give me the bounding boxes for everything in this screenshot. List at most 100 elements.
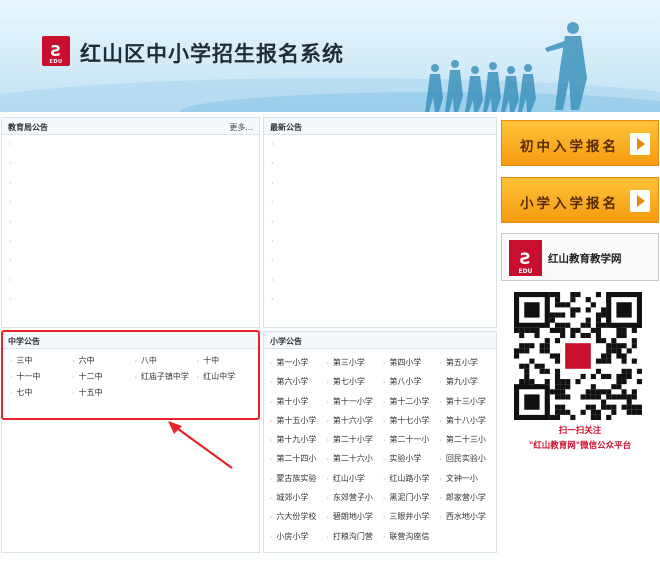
school-link-label: 第十九小学 — [276, 435, 317, 445]
school-link-label: 第十六小学 — [332, 415, 373, 425]
list-bullet: › — [9, 295, 12, 304]
school-link[interactable]: › 回民实验小 — [440, 453, 497, 464]
school-link[interactable]: › 文钟一小 — [440, 473, 497, 484]
school-link[interactable]: › 第二十小学 — [327, 434, 384, 445]
school-link[interactable]: › 第十小学 — [270, 396, 327, 407]
list-bullet: › — [271, 275, 274, 284]
school-link[interactable]: › 第六小学 — [270, 376, 327, 387]
school-link-label: 第六小学 — [276, 377, 309, 387]
school-link-label: 东郊营子小 — [332, 493, 373, 503]
school-link[interactable]: › 郎家营小学 — [440, 492, 497, 503]
school-link-label: 第四小学 — [389, 358, 422, 367]
school-link[interactable]: › 第十三小学 — [440, 396, 497, 407]
school-link[interactable]: › 第二十六小 — [327, 453, 384, 464]
list-bullet: › — [9, 198, 12, 207]
school-link-label: 黑泥门小学 — [389, 493, 430, 503]
school-link[interactable]: › 第三小学 — [327, 357, 384, 368]
list-bullet: › — [9, 140, 12, 148]
school-link[interactable]: › 第九小学 — [440, 376, 497, 387]
list-bullet: › — [439, 398, 442, 406]
school-link[interactable]: › 第十九小学 — [270, 434, 327, 445]
school-link[interactable]: › 六大份学校 — [270, 511, 327, 522]
education-bureau-panel: 教育局公告 更多... › › › › › › › › › — [1, 117, 260, 328]
list-bullet: › — [326, 533, 329, 541]
school-link[interactable]: › 第十六小学 — [327, 415, 384, 426]
school-link[interactable]: › 联营沟座信 — [383, 531, 440, 542]
list-bullet: › — [270, 437, 273, 445]
logo-text: EDU — [49, 59, 63, 65]
school-link-label: 第十八小学 — [445, 415, 486, 425]
primary-school-links: › 第一小学 › 第三小学 › 第四小学 › 第五小学 › 第六小学 › 第七小学 › 第八小学 › 第九小学… — [264, 349, 496, 542]
school-link-label: 红山路小学 — [389, 473, 430, 483]
school-link[interactable]: › 第十五小学 — [270, 415, 327, 426]
school-link[interactable]: › 三眼井小学 — [383, 511, 440, 522]
logo-glyph: Ƨ — [50, 42, 62, 60]
junior-enroll-button[interactable]: 初中入学报名 — [501, 120, 659, 166]
school-link[interactable]: › 打粮沟门营 — [327, 531, 384, 542]
list-bullet: › — [439, 417, 442, 425]
list-bullet: › — [383, 533, 386, 541]
latest-notice-panel: 最新公告 › › › › › › › › › — [263, 117, 497, 328]
button-label: 初中入学报名 — [520, 139, 619, 155]
annotation-arrow-icon — [168, 421, 233, 469]
school-link[interactable]: › 红山路小学 — [383, 473, 440, 484]
panel-title: 教育局公告 — [8, 123, 48, 132]
button-label: 小学入学报名 — [520, 196, 619, 212]
school-link[interactable]: › 第十七小学 — [383, 415, 440, 426]
edu-site-link[interactable]: Ƨ EDU 红山教育教学网 — [501, 233, 659, 281]
school-link-label: 第五小学 — [445, 358, 478, 367]
school-link[interactable]: › 第十二小学 — [383, 396, 440, 407]
school-link[interactable]: › 第二十四小 — [270, 453, 327, 464]
list-bullet: › — [326, 398, 329, 406]
header-banner: Ƨ EDU 红山区中小学招生报名系统 — [0, 0, 660, 112]
school-link[interactable]: › 第七小学 — [327, 376, 384, 387]
school-link[interactable]: › 第五小学 — [440, 357, 497, 368]
school-link[interactable]: › 第十一小学 — [327, 396, 384, 407]
more-link[interactable]: 更多... — [229, 122, 253, 133]
school-link[interactable]: › 蒙古族实验 — [270, 473, 327, 484]
school-link[interactable]: › 第一小学 — [270, 357, 327, 368]
school-link[interactable]: › 西水地小学 — [440, 511, 497, 522]
school-link[interactable]: › 红山小学 — [327, 473, 384, 484]
list-bullet: › — [270, 514, 273, 522]
school-link-label: 第二十小学 — [332, 435, 373, 445]
school-link-label: 红山小学 — [332, 473, 365, 483]
school-link[interactable]: › 小房小学 — [270, 531, 327, 542]
school-link-label: 小房小学 — [276, 531, 309, 541]
school-link-label: 蒙古族实验 — [276, 473, 317, 483]
school-link[interactable]: › 城郊小学 — [270, 492, 327, 503]
school-link-label: 第十二小学 — [389, 396, 430, 406]
school-link[interactable]: › 东郊营子小 — [327, 492, 384, 503]
list-bullet: › — [326, 360, 329, 367]
list-bullet: › — [383, 475, 386, 483]
list-bullet: › — [271, 217, 274, 226]
school-link[interactable]: › 黑泥门小学 — [383, 492, 440, 503]
arrow-right-icon — [630, 133, 650, 155]
list-bullet: › — [270, 417, 273, 425]
list-bullet: › — [439, 514, 442, 522]
list-bullet: › — [383, 437, 386, 445]
list-bullet: › — [271, 178, 274, 187]
school-link-label: 第七小学 — [332, 377, 365, 387]
edu-site-label: 红山教育教学网 — [548, 253, 622, 265]
school-link[interactable]: › 碧朗地小学 — [327, 511, 384, 522]
school-link-label: 城郊小学 — [276, 493, 309, 503]
school-link-label: 第十五小学 — [276, 415, 317, 425]
list-bullet: › — [270, 495, 273, 503]
qr-caption-line1: 扫一扫关注 — [558, 426, 602, 436]
school-link-label: 联营沟座信 — [389, 531, 430, 541]
list-bullet: › — [383, 456, 386, 464]
school-link-label: 第二十四小 — [276, 454, 317, 464]
school-link[interactable]: › 实验小学 — [383, 453, 440, 464]
edu-logo-icon: Ƨ EDU — [509, 240, 542, 276]
school-link[interactable]: › 第八小学 — [383, 376, 440, 387]
primary-enroll-button[interactable]: 小学入学报名 — [501, 177, 659, 223]
school-link-label: 第十七小学 — [389, 415, 430, 425]
school-link[interactable]: › 第二十三小 — [440, 434, 497, 445]
school-link[interactable]: › 第十八小学 — [440, 415, 497, 426]
site-logo[interactable]: Ƨ EDU — [42, 36, 70, 66]
school-link[interactable]: › 第四小学 — [383, 357, 440, 368]
list-bullet: › — [271, 198, 274, 207]
list-bullet: › — [326, 514, 329, 522]
school-link[interactable]: › 第二十一小 — [383, 434, 440, 445]
